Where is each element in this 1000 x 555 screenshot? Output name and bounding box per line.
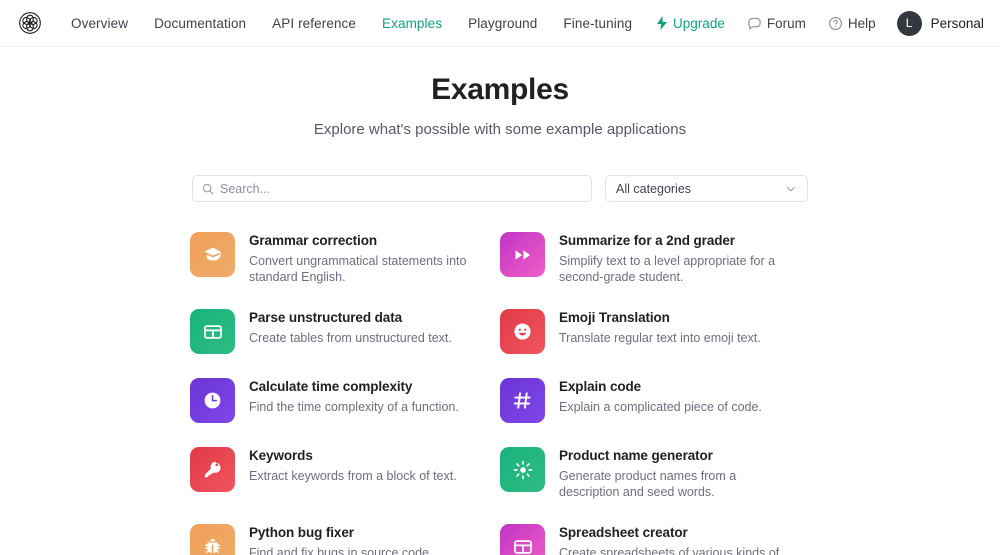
example-card-text: Explain code Explain a complicated piece … [559, 378, 762, 415]
filters-row: All categories [192, 175, 808, 202]
example-card-description: Find and fix bugs in source code. [249, 546, 433, 555]
category-select-value: All categories [616, 181, 692, 196]
example-card-description: Explain a complicated piece of code. [559, 400, 762, 414]
example-card-title: Calculate time complexity [249, 379, 413, 394]
openai-logo[interactable] [16, 9, 44, 37]
help-label: Help [847, 15, 876, 31]
key-icon [190, 447, 235, 492]
page-content: Examples Explore what's possible with so… [0, 47, 1000, 555]
table-icon [190, 309, 235, 354]
primary-nav: Overview Documentation API reference Exa… [58, 10, 645, 37]
example-card[interactable]: Grammar correction Convert ungrammatical … [190, 232, 482, 285]
page-title: Examples [431, 73, 569, 106]
bug-icon [190, 524, 235, 555]
example-card[interactable]: Explain code Explain a complicated piece … [500, 378, 792, 423]
hash-icon [500, 378, 545, 423]
example-card-description: Find the time complexity of a function. [249, 400, 459, 414]
smiley-face-icon [500, 309, 545, 354]
example-card-text: Keywords Extract keywords from a block of… [249, 447, 457, 484]
nav-item-fine-tuning[interactable]: Fine-tuning [550, 10, 645, 37]
search-icon [202, 183, 214, 195]
example-card-text: Product name generator Generate product n… [559, 447, 792, 500]
fast-forward-icon [500, 232, 545, 277]
example-card-description: Translate regular text into emoji text. [559, 331, 761, 345]
examples-grid: Grammar correction Convert ungrammatical … [190, 232, 810, 555]
search-input[interactable] [220, 181, 582, 196]
example-card-title: Grammar correction [249, 233, 377, 248]
example-card-title: Spreadsheet creator [559, 525, 688, 540]
example-card-text: Emoji Translation Translate regular text … [559, 309, 761, 346]
top-navigation-bar: Overview Documentation API reference Exa… [0, 0, 1000, 47]
nav-item-documentation[interactable]: Documentation [141, 10, 259, 37]
example-card-title: Summarize for a 2nd grader [559, 233, 735, 248]
avatar: L [896, 10, 922, 36]
page-subtitle: Explore what's possible with some exampl… [313, 121, 687, 138]
example-card[interactable]: Python bug fixer Find and fix bugs in sou… [190, 524, 482, 555]
upgrade-button[interactable]: Upgrade [645, 10, 736, 37]
example-card-title: Keywords [249, 448, 313, 463]
example-card-text: Spreadsheet creator Create spreadsheets o… [559, 524, 792, 555]
example-card-title: Emoji Translation [559, 310, 670, 325]
example-card[interactable]: Summarize for a 2nd grader Simplify text … [500, 232, 792, 285]
example-card[interactable]: Parse unstructured data Create tables fro… [190, 309, 482, 354]
example-card-text: Calculate time complexity Find the time c… [249, 378, 459, 415]
example-card-text: Python bug fixer Find and fix bugs in sou… [249, 524, 432, 555]
table-icon [500, 524, 545, 555]
account-menu[interactable]: L Personal [887, 7, 990, 40]
example-card-title: Python bug fixer [249, 525, 354, 540]
graduation-cap-icon [190, 232, 235, 277]
example-card[interactable]: Calculate time complexity Find the time c… [190, 378, 482, 423]
example-card[interactable]: Keywords Extract keywords from a block of… [190, 447, 482, 500]
example-card-title: Parse unstructured data [249, 310, 402, 325]
question-mark-circle-icon [828, 16, 843, 31]
example-card-description: Extract keywords from a block of text. [249, 469, 457, 483]
example-card-title: Product name generator [559, 448, 713, 463]
example-card-text: Grammar correction Convert ungrammatical … [249, 232, 482, 285]
example-card-text: Parse unstructured data Create tables fro… [249, 309, 452, 346]
example-card-description: Create tables from unstructured text. [249, 331, 452, 345]
nav-item-examples[interactable]: Examples [369, 10, 455, 37]
forum-label: Forum [766, 15, 806, 31]
header-actions: Upgrade Forum Help L Personal [645, 7, 990, 40]
example-card-text: Summarize for a 2nd grader Simplify text … [559, 232, 792, 285]
clock-icon [190, 378, 235, 423]
account-name: Personal [930, 15, 984, 31]
lightbulb-icon [500, 447, 545, 492]
chat-bubble-icon [747, 16, 762, 31]
example-card-description: Simplify text to a level appropriate for… [559, 254, 776, 284]
example-card-description: Create spreadsheets of various kinds of … [559, 546, 780, 555]
nav-item-overview[interactable]: Overview [58, 10, 141, 37]
help-button[interactable]: Help [817, 10, 887, 37]
nav-item-playground[interactable]: Playground [455, 10, 550, 37]
example-card[interactable]: Spreadsheet creator Create spreadsheets o… [500, 524, 792, 555]
example-card-title: Explain code [559, 379, 642, 394]
example-card-description: Convert ungrammatical statements into st… [249, 254, 467, 284]
example-card-description: Generate product names from a descriptio… [559, 469, 737, 499]
sparkle-icon [656, 16, 668, 30]
example-card[interactable]: Emoji Translation Translate regular text … [500, 309, 792, 354]
forum-button[interactable]: Forum [736, 10, 817, 37]
search-box[interactable] [192, 175, 592, 202]
upgrade-label: Upgrade [673, 15, 725, 31]
nav-item-api-reference[interactable]: API reference [259, 10, 369, 37]
category-select[interactable]: All categories [605, 175, 808, 202]
chevron-down-icon [785, 183, 797, 195]
example-card[interactable]: Product name generator Generate product n… [500, 447, 792, 500]
